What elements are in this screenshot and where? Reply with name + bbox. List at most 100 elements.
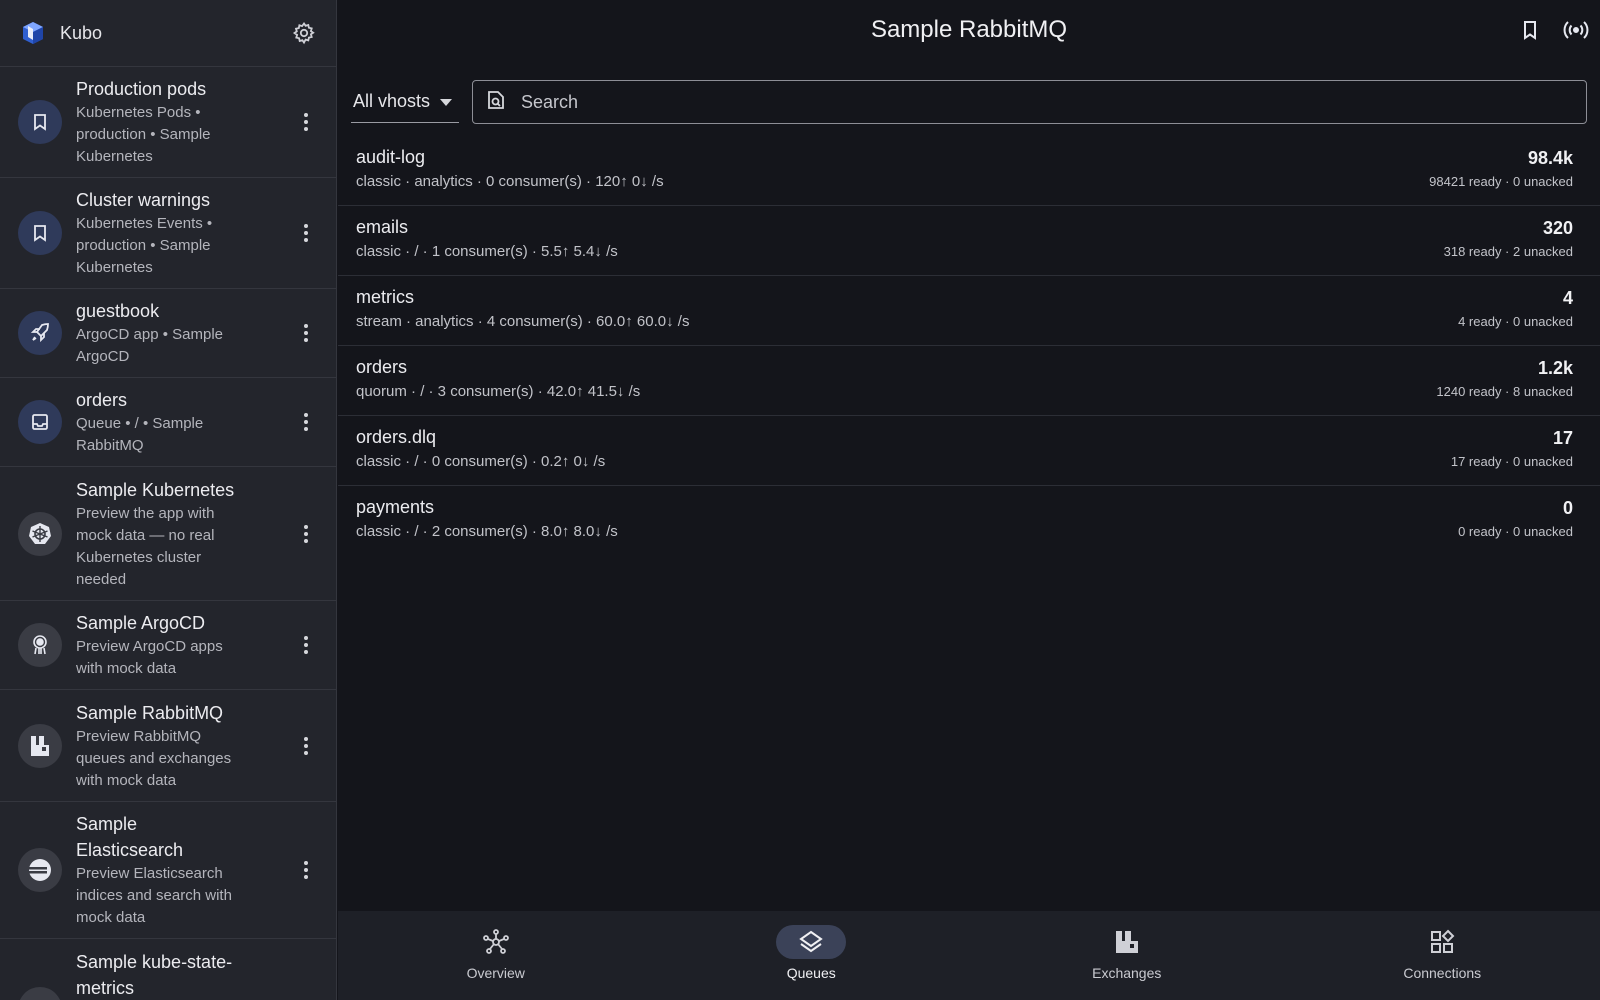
inbox-icon (18, 400, 62, 444)
queue-row[interactable]: audit-log classic · analytics · 0 consum… (338, 136, 1600, 206)
more-vert-icon[interactable] (294, 102, 318, 142)
sidebar-item-subtitle: mock data (76, 909, 146, 926)
page-title: Sample RabbitMQ (870, 16, 1068, 43)
queue-meta: classic · / · 2 consumer(s) · 8.0↑ 8.0↓ … (356, 523, 618, 540)
queue-row[interactable]: metrics stream · analytics · 4 consumer(… (338, 276, 1600, 346)
sidebar-item-guestbook[interactable]: guestbook ArgoCD app • Sample ArgoCD (0, 289, 336, 378)
more-vert-icon[interactable] (294, 402, 318, 442)
sidebar-item-subtitle: ArgoCD (76, 348, 130, 365)
vhost-select-value: All vhosts (353, 91, 431, 111)
queue-meta: quorum · / · 3 consumer(s) · 42.0↑ 41.5↓… (356, 383, 641, 400)
queue-ready-unacked: 318 ready · 2 unacked (1443, 244, 1573, 259)
sidebar-item-title: Sample Kubernetes (76, 479, 235, 500)
sidebar-item-subtitle: mock data — no real (76, 526, 215, 544)
nav-label: Queues (786, 965, 836, 981)
top-app-bar: Sample RabbitMQ (338, 0, 1600, 62)
sidebar-item-subtitle: ArgoCD app • Sample (76, 326, 223, 343)
sidebar-item-production-pods[interactable]: Production pods Kubernetes Pods • produc… (0, 67, 336, 178)
sidebar-item-subtitle: Preview RabbitMQ (76, 727, 202, 745)
sidebar-item-sample-kubernetes[interactable]: Sample Kubernetes Preview the app with m… (0, 467, 336, 601)
gear-icon[interactable] (290, 19, 318, 47)
queue-meta: stream · analytics · 4 consumer(s) · 60.… (356, 313, 690, 330)
sidebar-item-subtitle: Preview the app with (76, 504, 215, 522)
queue-name: orders.dlq (356, 427, 437, 447)
hub-icon (461, 925, 531, 959)
sidebar-item-sample-rabbitmq[interactable]: Sample RabbitMQ Preview RabbitMQ queues … (0, 690, 336, 802)
sidebar-item-title: Sample kube-state- (76, 952, 233, 972)
more-vert-icon[interactable] (294, 726, 318, 766)
sidebar-item-subtitle: Kubernetes (76, 148, 153, 165)
queue-message-count: 0 (1562, 498, 1573, 518)
queue-message-count: 17 (1552, 428, 1573, 448)
factory-icon (1092, 925, 1162, 959)
nav-connections[interactable]: Connections (1285, 911, 1600, 1000)
sidebar-item-subtitle: production • Sample (76, 126, 211, 143)
bottom-navigation: Overview Queues Exchanges Connections (338, 911, 1600, 1000)
sidebar-item-subtitle: production • Sample (76, 237, 211, 254)
sidebar-item-orders[interactable]: orders Queue • / • Sample RabbitMQ (0, 378, 336, 467)
sidebar-item-subtitle: Kubernetes Events • (76, 215, 213, 232)
queue-message-count: 98.4k (1527, 148, 1573, 168)
elasticsearch-icon (18, 848, 62, 892)
sidebar-item-subtitle: Kubernetes (76, 259, 153, 276)
sidebar-item-title: Sample ArgoCD (76, 613, 206, 633)
queue-message-count: 320 (1542, 218, 1573, 238)
sidebar-item-subtitle: Preview ArgoCD apps (76, 638, 223, 655)
nav-label: Connections (1403, 965, 1482, 981)
rabbitmq-icon (18, 723, 62, 768)
app-name: Kubo (60, 22, 103, 43)
sidebar-item-subtitle: indices and search with (76, 887, 232, 904)
nav-exchanges[interactable]: Exchanges (969, 911, 1285, 1000)
nav-queues[interactable]: Queues (654, 911, 970, 1000)
nav-label: Exchanges (1092, 965, 1162, 981)
search-field[interactable] (472, 80, 1587, 124)
queue-row[interactable]: orders quorum · / · 3 consumer(s) · 42.0… (338, 346, 1600, 416)
sidebar-item-subtitle: Kubernetes cluster (76, 548, 202, 566)
layers-icon (776, 925, 847, 959)
queue-meta: classic · / · 1 consumer(s) · 5.5↑ 5.4↓ … (356, 243, 618, 260)
queue-ready-unacked: 4 ready · 0 unacked (1458, 314, 1573, 329)
queue-list: audit-log classic · analytics · 0 consum… (338, 136, 1600, 556)
sidebar-item-subtitle: with mock data (76, 660, 177, 677)
metrics-icon (18, 987, 62, 1000)
sidebar-header: Kubo (0, 0, 336, 67)
queue-ready-unacked: 0 ready · 0 unacked (1458, 524, 1573, 539)
queue-name: metrics (356, 287, 414, 307)
filter-bar: All vhosts (351, 80, 1587, 124)
sidebar-item-subtitle: with mock data (76, 771, 177, 789)
kubernetes-helm-icon (18, 511, 62, 556)
more-vert-icon[interactable] (294, 625, 318, 665)
vhost-select[interactable]: All vhosts (351, 81, 459, 123)
bookmark-icon[interactable] (1514, 14, 1546, 46)
more-vert-icon[interactable] (294, 213, 318, 253)
sidebar-item-title: orders (76, 390, 128, 410)
sidebar-item-cluster-warnings[interactable]: Cluster warnings Kubernetes Events • pro… (0, 178, 336, 289)
queue-ready-unacked: 98421 ready · 0 unacked (1429, 174, 1573, 189)
queue-meta: classic · analytics · 0 consumer(s) · 12… (356, 173, 664, 190)
sidebar-item-sample-elasticsearch[interactable]: Sample Elasticsearch Preview Elasticsear… (0, 802, 336, 939)
broadcast-icon[interactable] (1560, 14, 1592, 46)
sidebar-item-sample-kube-state-metrics[interactable]: Sample kube-state- metrics (0, 939, 336, 1000)
sidebar-item-title: Sample RabbitMQ (76, 702, 224, 723)
sidebar-item-title: Sample (76, 814, 138, 834)
rocket-icon (18, 311, 62, 355)
queue-row[interactable]: emails classic · / · 1 consumer(s) · 5.5… (338, 206, 1600, 276)
queue-message-count: 4 (1562, 288, 1573, 308)
nav-overview[interactable]: Overview (338, 911, 654, 1000)
queue-row[interactable]: orders.dlq classic · / · 0 consumer(s) ·… (338, 416, 1600, 486)
more-vert-icon[interactable] (294, 514, 318, 554)
more-vert-icon[interactable] (294, 850, 318, 890)
sidebar-item-title: Elasticsearch (76, 840, 184, 860)
argocd-octopus-icon (18, 623, 62, 667)
sidebar-item-sample-argocd[interactable]: Sample ArgoCD Preview ArgoCD apps with m… (0, 601, 336, 690)
sidebar: Kubo Production pods Kubernetes Pods • p… (0, 0, 337, 1000)
search-input[interactable] (521, 91, 1511, 113)
queue-row[interactable]: payments classic · / · 2 consumer(s) · 8… (338, 486, 1600, 556)
queue-meta: classic · / · 0 consumer(s) · 0.2↑ 0↓ /s (356, 453, 606, 470)
caret-down-icon (440, 91, 453, 112)
queue-name: emails (356, 217, 409, 237)
more-vert-icon[interactable] (294, 313, 318, 353)
sidebar-item-title: metrics (76, 978, 134, 998)
sidebar-item-title: Production pods (76, 79, 207, 99)
sidebar-item-subtitle: RabbitMQ (76, 437, 144, 454)
